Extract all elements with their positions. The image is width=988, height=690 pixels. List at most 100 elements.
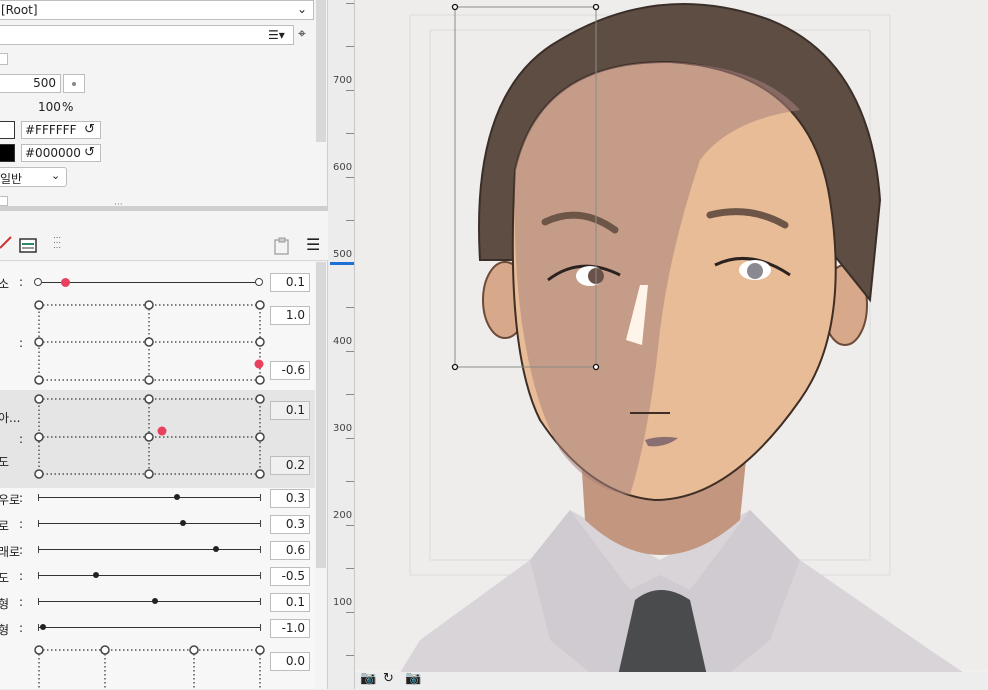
checkbox-1[interactable]: [0, 53, 8, 65]
ruler-minor-tick: [346, 394, 354, 395]
dot-button[interactable]: [63, 74, 85, 93]
ruler-tick-label: 700: [333, 75, 353, 86]
slider-tick: [260, 546, 261, 553]
color-hex-label-1: #FFFFFF: [25, 123, 77, 137]
param-value-input[interactable]: -0.5: [270, 567, 310, 586]
color-swatch-black[interactable]: [0, 144, 15, 162]
camera-icon[interactable]: 📷: [360, 671, 376, 686]
ruler-minor-tick: [346, 3, 354, 4]
canvas-bottom-toolbar: 📷 ↻ 📷: [355, 671, 988, 689]
slider-handle[interactable]: [152, 598, 158, 604]
slider-tick: [260, 520, 261, 527]
param-value-input[interactable]: -0.6: [270, 361, 310, 380]
ruler-tick-label: 300: [333, 423, 353, 434]
param-value-input[interactable]: -1.0: [270, 619, 310, 638]
ruler-position-marker: [330, 262, 354, 265]
param-colon: :: [19, 432, 24, 446]
param-value-input[interactable]: 0.1: [270, 593, 310, 612]
slider-handle[interactable]: [40, 624, 46, 630]
target-icon[interactable]: ⌖: [298, 26, 306, 42]
ruler-tick-label: 600: [333, 162, 353, 173]
slider-tick: [260, 624, 261, 631]
slider-handle[interactable]: [93, 572, 99, 578]
param-2d-grid[interactable]: [34, 394, 266, 480]
param-label: 도: [0, 571, 10, 585]
param-slider-track[interactable]: [38, 523, 260, 524]
param-colon: :: [19, 336, 24, 350]
param-slider-track[interactable]: [38, 601, 260, 602]
param-value-input[interactable]: 0.0: [270, 652, 310, 671]
reset-icon[interactable]: ↺: [84, 122, 95, 137]
number-input[interactable]: 500: [0, 74, 61, 93]
param-value-input[interactable]: 1.0: [270, 306, 310, 325]
param-label: 로: [0, 519, 10, 533]
camera-rotate-icon[interactable]: ↻: [383, 671, 394, 686]
lower-scrollbar[interactable]: [316, 262, 326, 568]
param-2d-grid[interactable]: [34, 300, 266, 386]
color-hex-input-1[interactable]: #FFFFFF ↺: [21, 121, 101, 139]
ruler-minor-tick: [346, 612, 354, 613]
keyform-icon[interactable]: [19, 238, 37, 254]
canvas-viewport[interactable]: 📷 ↻ 📷: [330, 0, 988, 689]
ruler-minor-tick: [346, 177, 354, 178]
param-slider-track[interactable]: [38, 497, 260, 498]
param-value-input[interactable]: 0.3: [270, 515, 310, 534]
param-slider-track[interactable]: [38, 282, 260, 283]
ruler-minor-tick: [346, 220, 354, 221]
list-view-icon[interactable]: ☰▾: [268, 28, 285, 42]
parameter-toolbar: ⋯ ⋯ ⋯ ☰: [0, 211, 328, 261]
slider-handle[interactable]: [213, 546, 219, 552]
name-field[interactable]: ☰▾: [0, 25, 294, 45]
param-colon: :: [19, 275, 24, 289]
slider-endpoint: [34, 278, 42, 286]
chevron-down-icon: ⌄: [296, 2, 307, 16]
color-swatch-white[interactable]: [0, 121, 15, 139]
param-2d-grid[interactable]: [34, 645, 266, 690]
param-value-input[interactable]: 0.3: [270, 489, 310, 508]
param-value-input[interactable]: 0.2: [270, 456, 310, 475]
menu-icon[interactable]: ☰: [306, 237, 320, 253]
ruler-tick-label: 100: [333, 597, 353, 608]
reset-icon[interactable]: ↺: [84, 145, 95, 160]
param-slider-track[interactable]: [38, 575, 260, 576]
checkbox-2[interactable]: [0, 196, 8, 206]
color-hex-input-2[interactable]: #000000 ↺: [21, 144, 101, 162]
chevron-down-icon: ⌄: [51, 169, 61, 182]
percent-unit: %: [62, 100, 74, 114]
ruler-minor-tick: [346, 46, 354, 47]
slider-tick: [260, 572, 261, 579]
slider-handle[interactable]: [61, 278, 70, 287]
ruler-minor-tick: [346, 438, 354, 439]
param-colon: :: [19, 543, 24, 557]
ruler-minor-tick: [346, 90, 354, 91]
param-slider-track[interactable]: [38, 549, 260, 550]
param-colon: :: [19, 491, 24, 505]
param-value-input[interactable]: 0.6: [270, 541, 310, 560]
ruler-minor-tick: [346, 655, 354, 656]
param-label: 소: [0, 277, 10, 291]
ruler-minor-tick: [346, 351, 354, 352]
ruler-tick-label: 200: [333, 510, 353, 521]
percent-value[interactable]: 100: [38, 100, 61, 114]
grid-handle: [157, 426, 167, 436]
blend-mode-select[interactable]: 일반 ⌄: [0, 167, 67, 187]
param-label: 우로: [0, 493, 21, 507]
slider-handle[interactable]: [174, 494, 180, 500]
param-label: 형: [0, 623, 10, 637]
camera-plus-icon[interactable]: 📷: [405, 671, 421, 686]
param-colon: :: [19, 569, 24, 583]
paste-icon[interactable]: [273, 237, 291, 255]
slider-handle[interactable]: [180, 520, 186, 526]
upper-scrollbar[interactable]: [316, 0, 326, 142]
pen-icon[interactable]: [0, 235, 12, 249]
character-illustration: [330, 0, 988, 689]
vertical-ruler: 700 600 500 400 300 200 100: [330, 0, 355, 689]
param-value-input[interactable]: 0.1: [270, 273, 310, 292]
param-colon: :: [19, 621, 24, 635]
param-slider-track[interactable]: [38, 627, 260, 628]
parent-select-label: [Root]: [1, 3, 38, 17]
grid-dots-icon[interactable]: ⋯ ⋯ ⋯: [53, 234, 61, 252]
param-colon: :: [19, 595, 24, 609]
param-value-input[interactable]: 0.1: [270, 401, 310, 420]
parent-select[interactable]: [Root] ⌄: [0, 0, 314, 20]
